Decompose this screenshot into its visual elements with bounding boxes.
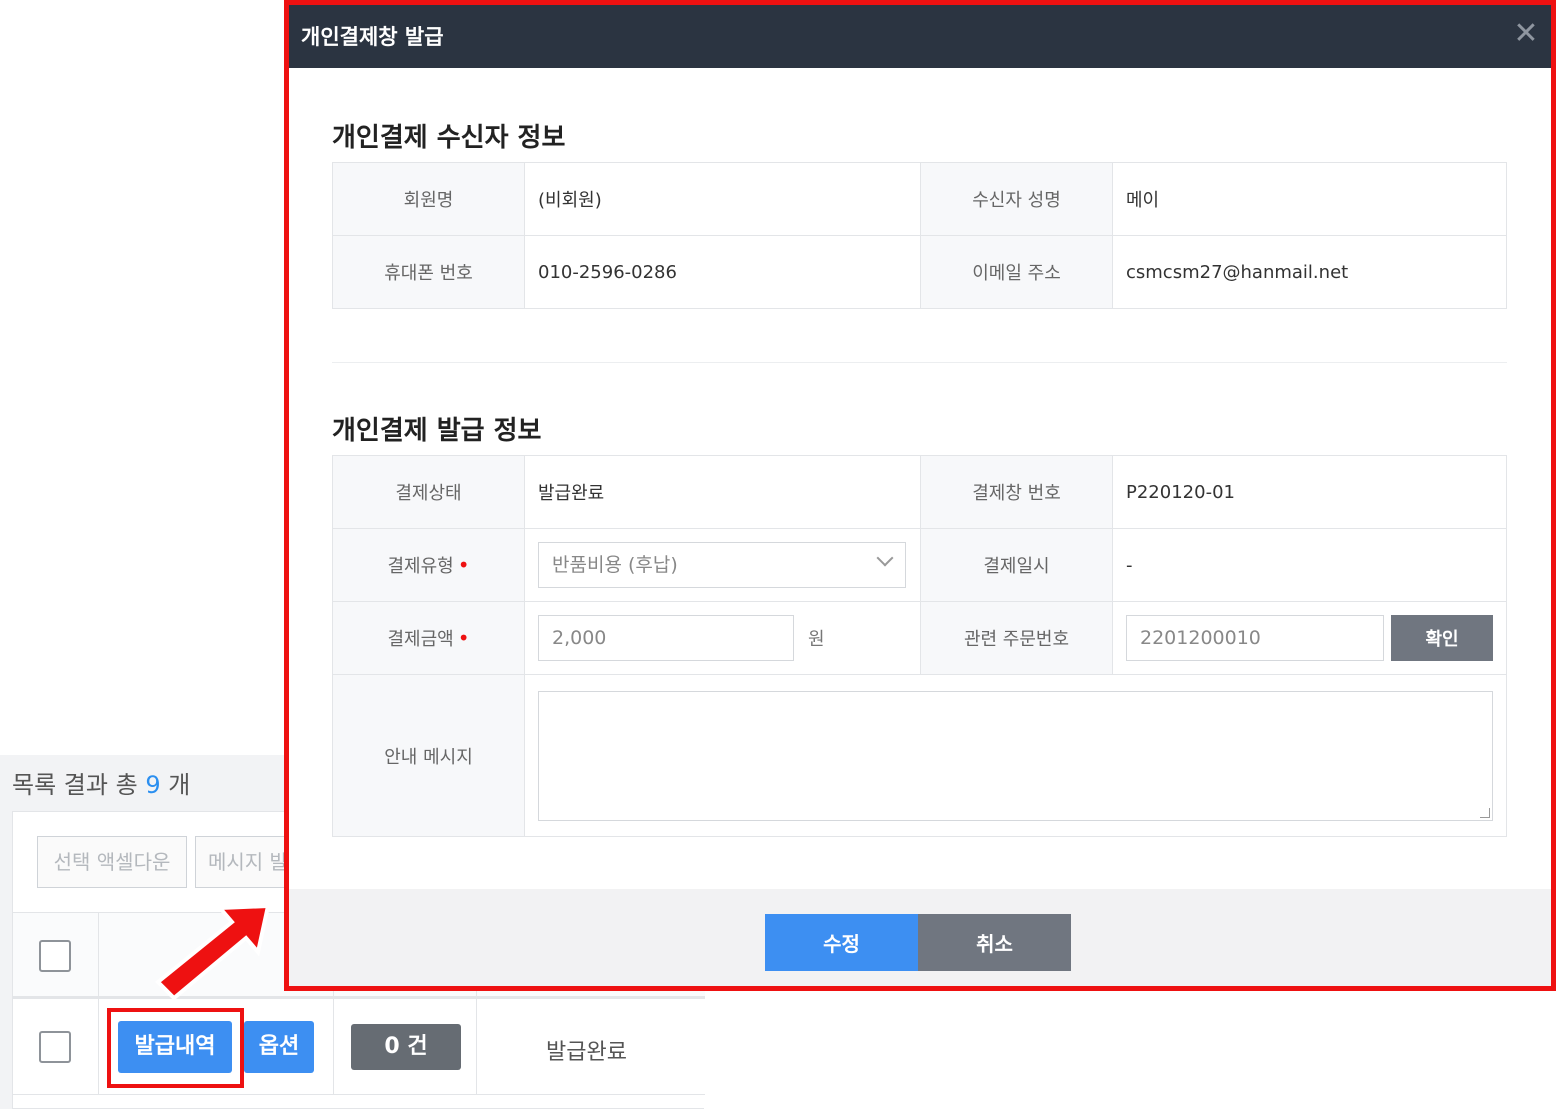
select-all-checkbox[interactable] [39, 940, 71, 972]
required-mark: • [457, 626, 470, 650]
payment-date-value: - [1126, 554, 1133, 576]
cancel-button[interactable]: 취소 [918, 914, 1071, 971]
excel-download-button[interactable]: 선택 액셀다운 [37, 836, 187, 888]
status-label: 결제상태 [333, 456, 525, 528]
related-order-input[interactable]: 2201200010 [1126, 615, 1384, 661]
amount-unit: 원 [808, 629, 825, 650]
table-row: 결제상태 발급완료 결제창 번호 P220120-01 [333, 456, 1506, 529]
recipient-section-title: 개인결제 수신자 정보 [332, 123, 566, 153]
status-value: 발급완료 [525, 456, 921, 528]
modal-header: 개인결제창 발급 ✕ [289, 5, 1551, 68]
email-value: csmcsm27@hanmail.net [1126, 261, 1349, 283]
recipient-name-value: 메이 [1126, 190, 1160, 211]
payment-date-label: 결제일시 [921, 529, 1113, 601]
confirm-order-button[interactable]: 확인 [1391, 615, 1493, 661]
payment-type-select[interactable]: 반품비용 (후납) [538, 542, 906, 588]
modal-title: 개인결제창 발급 [301, 25, 444, 49]
related-order-cell: 2201200010 확인 [1113, 602, 1506, 674]
issue-payment-modal: 개인결제창 발급 ✕ 개인결제 수신자 정보 회원명 (비회원) 수신자 성명 … [284, 0, 1556, 991]
chevron-down-icon [876, 549, 894, 567]
member-value: (비회원) [525, 163, 921, 235]
row-status: 발급완료 [546, 1040, 627, 1065]
count-badge[interactable]: 0 건 [351, 1024, 461, 1070]
guide-message-label: 안내 메시지 [333, 675, 525, 836]
member-label: 회원명 [333, 163, 525, 235]
window-number-label: 결제창 번호 [921, 456, 1113, 528]
table-row: 회원명 (비회원) 수신자 성명 메이 [333, 163, 1506, 236]
amount-input[interactable]: 2,000 [538, 615, 794, 661]
issue-info-table: 결제상태 발급완료 결제창 번호 P220120-01 결제유형 • 반품비용 (… [332, 455, 1507, 837]
related-order-label: 관련 주문번호 [921, 602, 1113, 674]
guide-message-textarea[interactable] [538, 690, 1493, 821]
table-row: 안내 메시지 [333, 675, 1506, 837]
payment-type-cell: 반품비용 (후납) [525, 529, 921, 601]
pointer-arrow-icon [155, 903, 271, 1001]
amount-label: 결제금액 • [333, 602, 525, 674]
table-row: 결제유형 • 반품비용 (후납) 결제일시 - [333, 529, 1506, 602]
required-mark: • [457, 553, 470, 577]
highlight-box [107, 1008, 244, 1088]
recipient-info-table: 회원명 (비회원) 수신자 성명 메이 휴대폰 번호 010-2596-0286… [332, 162, 1507, 309]
guide-message-cell [525, 675, 1506, 836]
recipient-name-label: 수신자 성명 [921, 163, 1113, 235]
amount-cell: 2,000 원 [525, 602, 921, 674]
option-button[interactable]: 옵션 [244, 1021, 314, 1073]
phone-value: 010-2596-0286 [525, 236, 921, 308]
resize-handle-icon[interactable] [1480, 807, 1490, 818]
save-button[interactable]: 수정 [765, 914, 918, 971]
row-checkbox[interactable] [39, 1031, 71, 1063]
email-label: 이메일 주소 [921, 236, 1113, 308]
result-count: 9 [145, 771, 161, 799]
payment-type-label: 결제유형 • [333, 529, 525, 601]
issue-section-title: 개인결제 발급 정보 [332, 416, 542, 446]
section-divider [332, 362, 1507, 363]
table-row: 결제금액 • 2,000 원 관련 주문번호 2201200010 확인 [333, 602, 1506, 675]
close-icon[interactable]: ✕ [1511, 19, 1541, 49]
table-row: 휴대폰 번호 010-2596-0286 이메일 주소 csmcsm27@han… [333, 236, 1506, 309]
phone-label: 휴대폰 번호 [333, 236, 525, 308]
window-number-value: P220120-01 [1126, 481, 1235, 503]
modal-footer: 수정 취소 [289, 889, 1551, 986]
result-count-header: 목록 결과 총 9 개 [12, 771, 191, 799]
